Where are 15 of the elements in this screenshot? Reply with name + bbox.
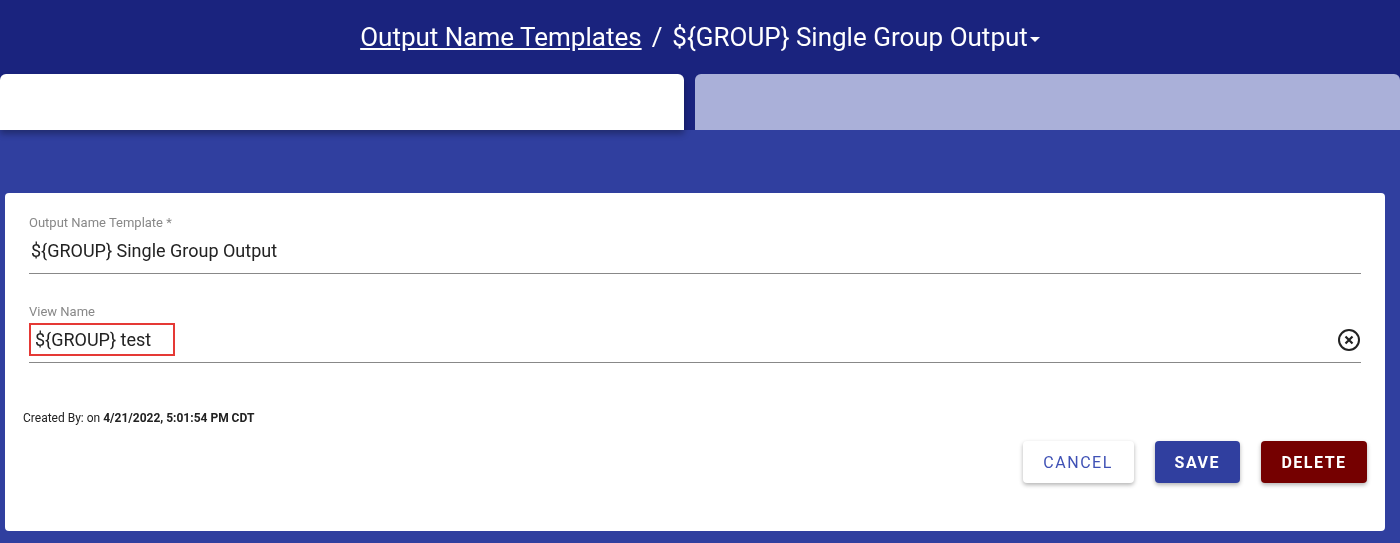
breadcrumb-link[interactable]: Output Name Templates: [360, 22, 642, 52]
text-field[interactable]: View Name ${GROUP} test: [29, 304, 1361, 363]
caret-icon[interactable]: [1029, 37, 1040, 43]
field-value: ${GROUP} test: [29, 323, 176, 356]
action-button[interactable]: DELETE: [1261, 441, 1367, 483]
breadcrumb-current: ${GROUP} Single Group Output: [672, 22, 1028, 52]
field-label: View Name: [29, 304, 96, 319]
field-value: ${GROUP} Single Group Output: [30, 239, 279, 263]
action-button[interactable]: SAVE: [1154, 441, 1240, 483]
text-field[interactable]: Output Name Template * ${GROUP} Single Group Output: [29, 215, 1361, 274]
action-button[interactable]: CANCEL: [1022, 441, 1134, 483]
breadcrumb-separator: /: [651, 22, 663, 52]
field-label: Output Name Template *: [29, 215, 173, 230]
clear-icon[interactable]: [1337, 327, 1361, 352]
created-info: Created By: on 4/21/2022, 5:01:54 PM CDT: [23, 411, 256, 425]
